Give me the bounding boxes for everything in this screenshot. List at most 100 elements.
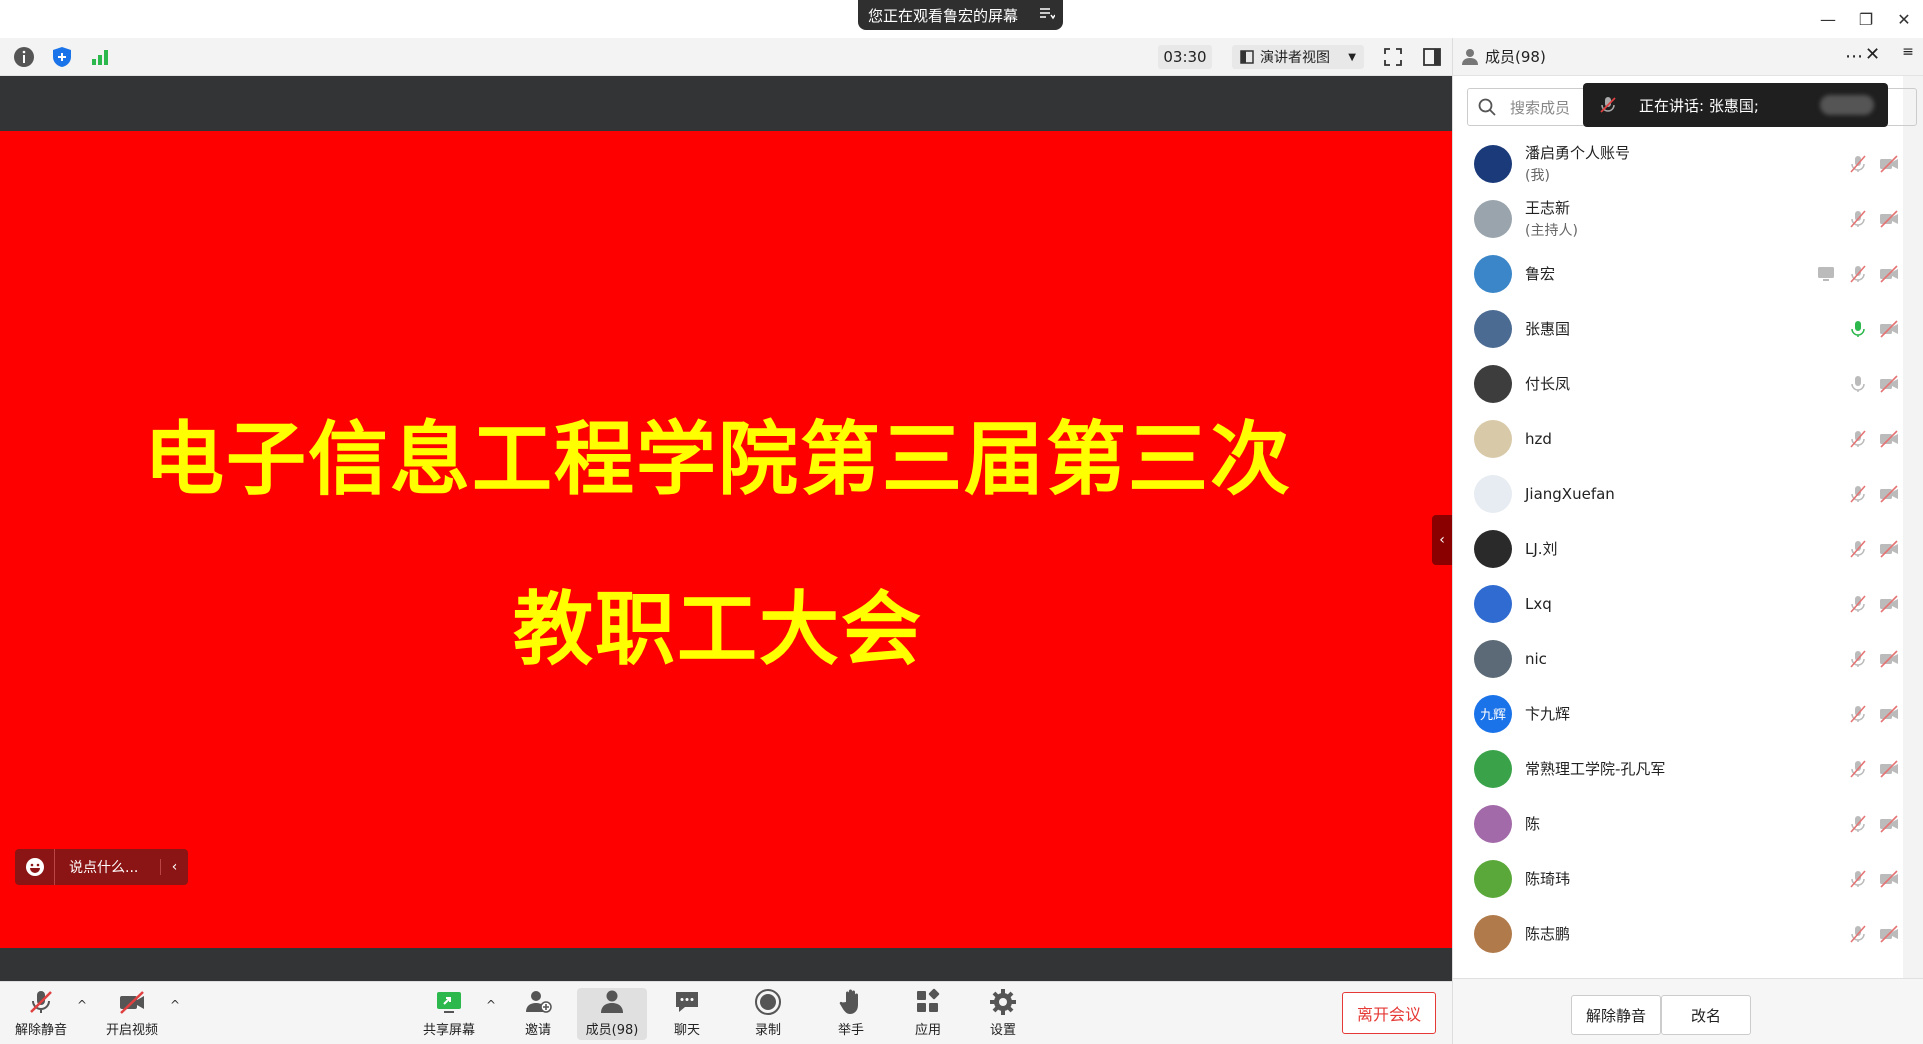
share-screen-icon [437,992,461,1013]
member-row[interactable]: hzd [1453,411,1903,466]
muted-mic-icon[interactable] [1849,704,1867,723]
quick-chat-bar[interactable]: 说点什么... ‹ [15,849,188,885]
video-options-chevron-icon[interactable]: ^ [170,998,180,1012]
member-row[interactable]: nic [1453,631,1903,686]
menu-icon[interactable] [1039,7,1055,21]
unmute-label: 解除静音 [14,1023,67,1038]
security-shield-icon[interactable] [51,46,73,68]
avatar [1474,309,1512,348]
muted-mic-icon[interactable] [1849,594,1867,613]
panel-menu-icon[interactable]: ≡ [1897,44,1919,70]
avatar [1474,364,1512,403]
member-name-block: 王志新 (主持人) [1525,197,1578,240]
member-row[interactable]: 常熟理工学院-孔凡军 [1453,741,1903,796]
quick-chat-input[interactable]: 说点什么... [55,857,160,877]
mic-icon[interactable] [1849,375,1867,393]
minimize-icon[interactable]: — [1809,0,1847,38]
member-row[interactable]: 鲁宏 [1453,246,1903,301]
video-off-icon [1879,814,1899,833]
unmute-button[interactable]: 解除静音 [6,988,76,1040]
member-row[interactable]: 张惠国 [1453,301,1903,356]
raise-hand-label: 举手 [837,1023,864,1038]
more-options-icon[interactable]: ⋯ [1845,46,1863,67]
record-icon [755,989,781,1015]
collapse-chevron-icon[interactable]: ‹ [160,859,188,875]
chat-button[interactable]: 聊天 [652,988,722,1040]
members-label: 成员(98) [585,1023,639,1038]
shared-screen[interactable] [0,131,1452,948]
people-icon [601,990,623,1013]
share-screen-button[interactable]: 共享屏幕 [414,988,484,1040]
muted-mic-icon[interactable] [1849,154,1867,173]
unmute-all-button[interactable]: 解除静音 [1571,995,1661,1035]
panel-toggle-icon[interactable] [1422,47,1442,67]
muted-mic-icon[interactable] [1849,209,1867,228]
share-options-chevron-icon[interactable]: ^ [486,998,496,1012]
people-icon [1462,48,1478,65]
member-row[interactable]: JiangXuefan [1453,466,1903,521]
member-row[interactable]: 陈琦玮 [1453,851,1903,906]
speaker-view-icon [1240,50,1254,64]
members-panel-header: 成员(98) ⋯ ✕ ≡ [1453,38,1923,76]
video-off-icon [1879,594,1899,613]
rename-button[interactable]: 改名 [1661,995,1751,1035]
muted-mic-icon[interactable] [1849,759,1867,778]
screen-share-notice[interactable]: 您正在观看鲁宏的屏幕 [858,0,1063,30]
member-name: Lxq [1525,594,1552,613]
member-row[interactable]: LJ.刘 [1453,521,1903,576]
avatar [1474,584,1512,623]
speaker-thumbnails [1820,95,1874,115]
mic-icon[interactable] [1849,320,1867,338]
member-row[interactable]: 九辉 卞九辉 [1453,686,1903,741]
record-button[interactable]: 录制 [733,988,803,1040]
member-name-block: LJ.刘 [1525,538,1558,559]
invite-label: 邀请 [524,1023,551,1038]
member-row[interactable]: 付长凤 [1453,356,1903,411]
stage-bottom-margin [0,948,1452,981]
member-name: 陈琦玮 [1525,870,1571,888]
stage-top-margin [0,76,1452,131]
search-icon [1478,98,1496,116]
members-button[interactable]: 成员(98) [577,988,647,1040]
title-bar: 您正在观看鲁宏的屏幕 — ❐ ✕ [0,0,1923,38]
view-mode-label: 演讲者视图 [1260,50,1330,66]
video-off-icon [120,991,144,1014]
muted-mic-icon[interactable] [1849,264,1867,283]
invite-button[interactable]: 邀请 [503,988,573,1040]
muted-mic-icon[interactable] [1849,814,1867,833]
member-name: hzd [1525,429,1552,448]
muted-mic-icon[interactable] [1849,539,1867,558]
restore-icon[interactable]: ❐ [1847,0,1885,38]
info-icon[interactable] [13,46,35,68]
muted-mic-icon[interactable] [1849,649,1867,668]
close-icon[interactable]: ✕ [1885,0,1923,38]
video-off-icon [1879,759,1899,778]
muted-mic-icon[interactable] [1849,429,1867,448]
settings-button[interactable]: 设置 [968,988,1038,1040]
close-panel-icon[interactable]: ✕ [1865,44,1880,65]
member-row[interactable]: 王志新 (主持人) [1453,191,1903,246]
muted-mic-icon[interactable] [1849,484,1867,503]
audio-options-chevron-icon[interactable]: ^ [77,998,87,1012]
start-video-button[interactable]: 开启视频 [97,988,167,1040]
emoji-icon[interactable] [15,849,55,885]
member-row[interactable]: 陈 [1453,796,1903,851]
view-mode-dropdown[interactable]: 演讲者视图 ▼ [1232,45,1364,69]
raise-hand-button[interactable]: 举手 [816,988,886,1040]
member-name-block: Lxq [1525,595,1552,613]
member-row[interactable]: 陈志鹏 [1453,906,1903,961]
apps-button[interactable]: 应用 [893,988,963,1040]
member-row[interactable]: Lxq [1453,576,1903,631]
avatar [1474,419,1512,458]
expand-sidebar-tab[interactable]: ‹ [1432,515,1452,565]
members-scrollbar[interactable] [1903,76,1923,1016]
muted-mic-icon[interactable] [1849,924,1867,943]
avatar [1474,199,1512,238]
leave-meeting-button[interactable]: 离开会议 [1342,992,1436,1034]
member-row[interactable]: 潘启勇个人账号 (我) [1453,136,1903,191]
muted-mic-icon[interactable] [1849,869,1867,888]
signal-strength-icon[interactable] [89,46,111,68]
video-off-icon [1879,649,1899,668]
video-off-icon [1879,704,1899,723]
fullscreen-icon[interactable] [1383,47,1403,67]
